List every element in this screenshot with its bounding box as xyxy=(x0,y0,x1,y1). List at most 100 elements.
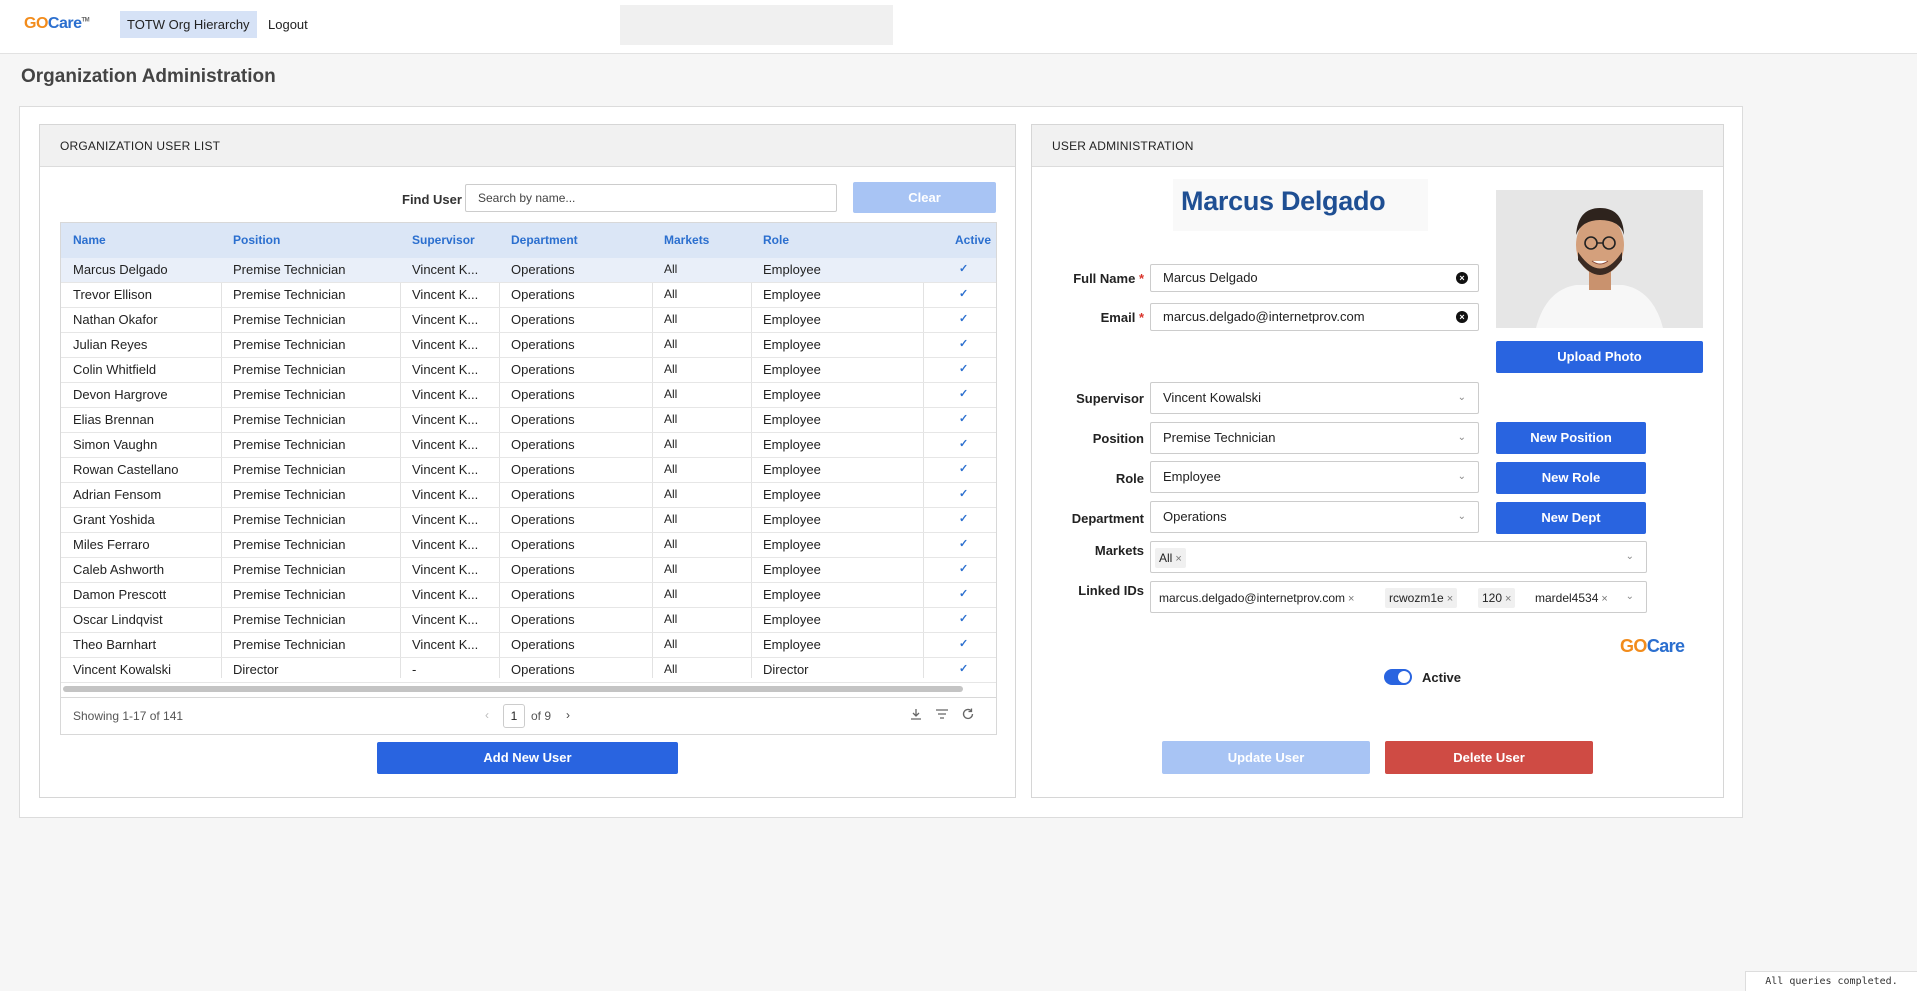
active-toggle[interactable] xyxy=(1384,669,1412,685)
update-user-button[interactable]: Update User xyxy=(1162,741,1370,774)
delete-user-button[interactable]: Delete User xyxy=(1385,741,1593,774)
table-row[interactable]: Oscar Lindqvist Premise Technician Vincent… xyxy=(61,608,996,633)
cell-supervisor: Vincent K... xyxy=(412,537,479,552)
table-row[interactable]: Devon Hargrove Premise Technician Vincent … xyxy=(61,383,996,408)
chevron-down-icon: ⌄ xyxy=(1457,432,1466,443)
col-position[interactable]: Position xyxy=(233,223,280,258)
search-input[interactable] xyxy=(465,184,837,212)
cell-supervisor: Vincent K... xyxy=(412,312,479,327)
nav-logout[interactable]: Logout xyxy=(261,11,315,38)
cell-supervisor: Vincent K... xyxy=(412,387,479,402)
table-row[interactable]: Colin Whitfield Premise Technician Vincent… xyxy=(61,358,996,383)
markets-multiselect[interactable]: All × ⌄ xyxy=(1150,541,1647,573)
next-page-icon[interactable]: › xyxy=(566,708,570,722)
table-row[interactable]: Marcus Delgado Premise Technician Vincent … xyxy=(61,258,996,283)
filter-icon[interactable] xyxy=(935,707,949,724)
role-select[interactable]: Employee ⌄ xyxy=(1150,461,1479,493)
cell-position: Premise Technician xyxy=(233,337,346,352)
linked-ids-multiselect[interactable]: marcus.delgado@internetprov.com × rcwozm1… xyxy=(1150,581,1647,613)
cell-name: Miles Ferraro xyxy=(73,537,150,552)
page-number-input[interactable]: 1 xyxy=(503,704,525,728)
download-icon[interactable] xyxy=(909,707,923,724)
table-row[interactable]: Simon Vaughn Premise Technician Vincent K.… xyxy=(61,433,996,458)
new-dept-button[interactable]: New Dept xyxy=(1496,502,1646,534)
nav-org-hierarchy[interactable]: TOTW Org Hierarchy xyxy=(120,11,257,38)
remove-chip-icon[interactable]: × xyxy=(1175,553,1181,565)
supervisor-label: Supervisor xyxy=(1076,391,1144,406)
table-row[interactable]: Vincent Kowalski Director - Operations All Di… xyxy=(61,658,996,683)
active-check-icon: ✓ xyxy=(959,488,969,500)
chevron-down-icon: ⌄ xyxy=(1625,591,1634,602)
cell-department: Operations xyxy=(511,562,575,577)
add-new-user-button[interactable]: Add New User xyxy=(377,742,678,774)
cell-role: Employee xyxy=(763,612,821,627)
cell-position: Premise Technician xyxy=(233,512,346,527)
cell-name: Adrian Fensom xyxy=(73,487,162,502)
chevron-down-icon: ⌄ xyxy=(1625,551,1634,562)
remove-chip-icon[interactable]: × xyxy=(1505,593,1511,605)
clear-button[interactable]: Clear xyxy=(853,182,996,213)
upload-photo-button[interactable]: Upload Photo xyxy=(1496,341,1703,373)
table-row[interactable]: Nathan Okafor Premise Technician Vincent K… xyxy=(61,308,996,333)
col-markets[interactable]: Markets xyxy=(664,223,709,258)
table-row[interactable]: Rowan Castellano Premise Technician Vincen… xyxy=(61,458,996,483)
cell-name: Theo Barnhart xyxy=(73,637,157,652)
active-check-icon: ✓ xyxy=(959,263,969,275)
linked-id-chip: mardel4534 × xyxy=(1531,588,1612,608)
clear-full-name-icon[interactable]: × xyxy=(1456,272,1468,284)
cell-name: Caleb Ashworth xyxy=(73,562,165,577)
cell-name: Grant Yoshida xyxy=(73,512,155,527)
department-select[interactable]: Operations ⌄ xyxy=(1150,501,1479,533)
markets-label: Markets xyxy=(1094,543,1144,558)
col-department[interactable]: Department xyxy=(511,223,578,258)
table-row[interactable]: Adrian Fensom Premise Technician Vincent K… xyxy=(61,483,996,508)
position-select[interactable]: Premise Technician ⌄ xyxy=(1150,422,1479,454)
table-row[interactable]: Trevor Ellison Premise Technician Vincent … xyxy=(61,283,996,308)
table-row[interactable]: Grant Yoshida Premise Technician Vincent K… xyxy=(61,508,996,533)
cell-markets: All xyxy=(664,587,678,601)
table-row[interactable]: Caleb Ashworth Premise Technician Vincent … xyxy=(61,558,996,583)
table-row[interactable]: Julian Reyes Premise Technician Vincent K.… xyxy=(61,333,996,358)
page-title: Organization Administration xyxy=(21,66,276,87)
new-role-button[interactable]: New Role xyxy=(1496,462,1646,494)
table-row[interactable]: Damon Prescott Premise Technician Vincent … xyxy=(61,583,996,608)
full-name-field[interactable]: Marcus Delgado × xyxy=(1150,264,1479,292)
cell-markets: All xyxy=(664,287,678,301)
department-label: Department xyxy=(1071,511,1144,526)
cell-department: Operations xyxy=(511,512,575,527)
active-check-icon: ✓ xyxy=(959,663,969,675)
col-role[interactable]: Role xyxy=(763,223,789,258)
cell-department: Operations xyxy=(511,587,575,602)
table-row[interactable]: Elias Brennan Premise Technician Vincent K… xyxy=(61,408,996,433)
horizontal-scrollbar[interactable] xyxy=(63,686,963,692)
table-row[interactable]: Miles Ferraro Premise Technician Vincent K… xyxy=(61,533,996,558)
active-check-icon: ✓ xyxy=(959,563,969,575)
cell-position: Premise Technician xyxy=(233,587,346,602)
cell-role: Employee xyxy=(763,262,821,277)
table-row[interactable]: Theo Barnhart Premise Technician Vincent K… xyxy=(61,633,996,658)
cell-position: Premise Technician xyxy=(233,562,346,577)
remove-chip-icon[interactable]: × xyxy=(1447,593,1453,605)
active-check-icon: ✓ xyxy=(959,438,969,450)
cell-name: Colin Whitfield xyxy=(73,362,157,377)
col-active[interactable]: Active xyxy=(955,223,991,258)
remove-chip-icon[interactable]: × xyxy=(1348,593,1354,605)
col-name[interactable]: Name xyxy=(73,223,106,258)
refresh-icon[interactable] xyxy=(961,707,975,724)
cell-supervisor: Vincent K... xyxy=(412,562,479,577)
clear-email-icon[interactable]: × xyxy=(1456,311,1468,323)
gocare-logo[interactable]: GOCareTM xyxy=(24,15,90,33)
col-supervisor[interactable]: Supervisor xyxy=(412,223,475,258)
new-position-button[interactable]: New Position xyxy=(1496,422,1646,454)
active-check-icon: ✓ xyxy=(959,288,969,300)
cell-markets: All xyxy=(664,537,678,551)
cell-role: Employee xyxy=(763,387,821,402)
email-field[interactable]: marcus.delgado@internetprov.com × xyxy=(1150,303,1479,331)
cell-name: Elias Brennan xyxy=(73,412,154,427)
remove-chip-icon[interactable]: × xyxy=(1601,593,1607,605)
cell-markets: All xyxy=(664,512,678,526)
market-chip: All × xyxy=(1155,548,1186,568)
nav-placeholder-box xyxy=(620,5,893,45)
prev-page-icon[interactable]: ‹ xyxy=(485,708,489,722)
supervisor-select[interactable]: Vincent Kowalski ⌄ xyxy=(1150,382,1479,414)
